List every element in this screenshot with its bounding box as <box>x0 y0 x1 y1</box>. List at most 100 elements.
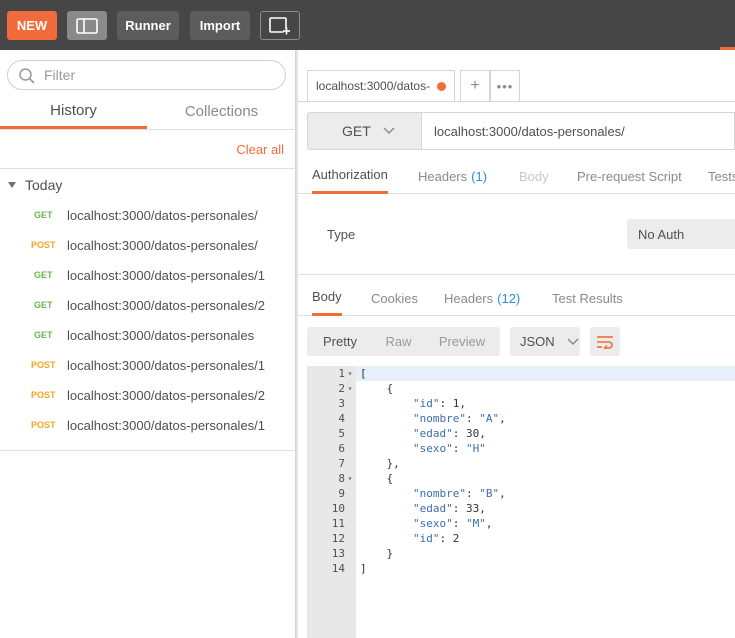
runner-button[interactable]: Runner <box>117 11 179 40</box>
divider <box>298 274 735 275</box>
history-item[interactable]: GET localhost:3000/datos-personales/1 <box>0 260 296 290</box>
method-select[interactable]: GET <box>307 112 422 150</box>
tab-label: Headers <box>444 290 494 306</box>
view-pretty-button[interactable]: Pretty <box>307 327 373 356</box>
history-url: localhost:3000/datos-personales <box>67 327 255 343</box>
request-tab[interactable]: localhost:3000/datos- <box>307 70 455 101</box>
history-method-badge: GET <box>34 210 53 220</box>
clear-all-link[interactable]: Clear all <box>236 142 284 157</box>
response-tab-body[interactable]: Body <box>312 280 342 316</box>
fold-caret-icon[interactable]: ▾ <box>345 471 355 486</box>
tab-history[interactable]: History <box>0 94 147 129</box>
tab-collections[interactable]: Collections <box>147 94 296 129</box>
view-preview-button[interactable]: Preview <box>424 327 500 356</box>
code-line: 12 "id": 2 <box>332 531 735 546</box>
request-tab-title: localhost:3000/datos- <box>316 79 431 93</box>
code-text: "nombre": "A", <box>412 412 506 425</box>
sidebar: History Collections Clear all Today GET l… <box>0 50 296 638</box>
sidebar-layout-icon <box>76 17 98 34</box>
response-editor[interactable]: 1 ▾[2 ▾ {3 "id": 1, 4 "nombre": "A", 5 "edad… <box>307 366 735 638</box>
filter-input[interactable] <box>44 66 274 84</box>
wrap-lines-button[interactable] <box>590 327 620 356</box>
history-item[interactable]: GET localhost:3000/datos-personales/2 <box>0 290 296 320</box>
main-panel: localhost:3000/datos- + ••• GET Authoriz… <box>298 50 735 638</box>
toggle-sidebar-button[interactable] <box>67 11 107 40</box>
format-value: JSON <box>520 334 555 349</box>
history-url: localhost:3000/datos-personales/1 <box>67 267 266 283</box>
search-icon <box>19 68 35 84</box>
chevron-down-icon <box>383 127 395 135</box>
line-number: 8 <box>338 472 345 485</box>
line-number: 5 <box>338 427 345 440</box>
code-line: 10 "edad": 33, <box>332 501 735 516</box>
method-value: GET <box>342 123 371 139</box>
history-url: localhost:3000/datos-personales/2 <box>67 387 266 403</box>
code-line: 3 "id": 1, <box>338 396 735 411</box>
history-url: localhost:3000/datos-personales/2 <box>67 297 266 313</box>
line-number: 12 <box>331 532 345 545</box>
response-tab-test-results[interactable]: Test Results <box>552 280 623 316</box>
history-item[interactable]: POST localhost:3000/datos-personales/1 <box>0 350 296 380</box>
new-button[interactable]: NEW <box>7 11 57 40</box>
view-raw-button[interactable]: Raw <box>373 327 424 356</box>
history-item[interactable]: GET localhost:3000/datos-personales <box>0 320 296 350</box>
auth-type-select[interactable]: No Auth <box>627 219 735 249</box>
format-select[interactable]: JSON <box>510 327 580 356</box>
code-text: ] <box>360 562 367 575</box>
code-line: 6 "sexo": "H" <box>338 441 735 456</box>
code-text: "sexo": "H" <box>412 442 486 455</box>
history-url: localhost:3000/datos-personales/ <box>67 237 258 253</box>
history-item[interactable]: POST localhost:3000/datos-personales/1 <box>0 410 296 440</box>
code-text: { <box>360 472 394 485</box>
code-text: "nombre": "B", <box>412 487 506 500</box>
code-text: "edad": 30, <box>412 427 486 440</box>
import-button[interactable]: Import <box>190 11 250 40</box>
history-method-badge: POST <box>31 240 56 250</box>
history-item[interactable]: POST localhost:3000/datos-personales/2 <box>0 380 296 410</box>
code-text: { <box>360 382 394 395</box>
line-number: 14 <box>331 562 345 575</box>
tab-body[interactable]: Body <box>519 158 549 194</box>
auth-section: Type No Auth <box>298 195 735 275</box>
code-line: 7 }, <box>338 456 735 471</box>
code-line: 11 "sexo": "M", <box>332 516 735 531</box>
history-list: GET localhost:3000/datos-personales/POST l… <box>0 200 296 440</box>
fold-caret-icon[interactable]: ▾ <box>345 381 355 396</box>
code-line: 5 "edad": 30, <box>338 426 735 441</box>
tab-label: Headers <box>418 168 468 184</box>
line-number: 11 <box>331 517 345 530</box>
history-item[interactable]: GET localhost:3000/datos-personales/ <box>0 200 296 230</box>
filter-box[interactable] <box>7 60 286 90</box>
response-tabs: Body Cookies Headers (12) Test Results <box>298 280 735 316</box>
headers-count: (1) <box>471 168 488 184</box>
history-item[interactable]: POST localhost:3000/datos-personales/ <box>0 230 296 260</box>
unsaved-indicator-icon <box>437 82 446 91</box>
fold-caret-icon[interactable]: ▾ <box>345 366 355 381</box>
code-line: 14] <box>332 561 735 576</box>
tab-prerequest-script[interactable]: Pre-request Script <box>577 158 682 194</box>
history-method-badge: GET <box>34 270 53 280</box>
line-number: 6 <box>338 442 345 455</box>
new-window-button[interactable] <box>260 11 300 40</box>
code-text: "sexo": "M", <box>412 517 493 530</box>
line-number: 1 <box>338 367 345 380</box>
more-tabs-button[interactable]: ••• <box>490 70 520 101</box>
line-number: 2 <box>338 382 345 395</box>
history-group-today[interactable]: Today <box>8 177 62 193</box>
code-area: 1 ▾[2 ▾ {3 "id": 1, 4 "nombre": "A", 5 "edad… <box>332 366 735 576</box>
add-tab-button[interactable]: + <box>460 70 490 101</box>
tab-authorization[interactable]: Authorization <box>312 158 388 194</box>
code-line: 2 ▾ { <box>338 381 735 396</box>
tab-tests[interactable]: Tests <box>708 158 735 194</box>
history-method-badge: GET <box>34 300 53 310</box>
code-line: 13 } <box>332 546 735 561</box>
line-number: 13 <box>331 547 345 560</box>
code-text: } <box>360 547 394 560</box>
history-url: localhost:3000/datos-personales/ <box>67 207 258 223</box>
url-input[interactable] <box>422 112 735 150</box>
response-tab-cookies[interactable]: Cookies <box>371 280 418 316</box>
top-toolbar: NEW Runner Import <box>0 0 735 50</box>
tab-headers[interactable]: Headers (1) <box>418 158 487 194</box>
new-window-icon <box>269 16 290 35</box>
response-tab-headers[interactable]: Headers (12) <box>444 280 520 316</box>
